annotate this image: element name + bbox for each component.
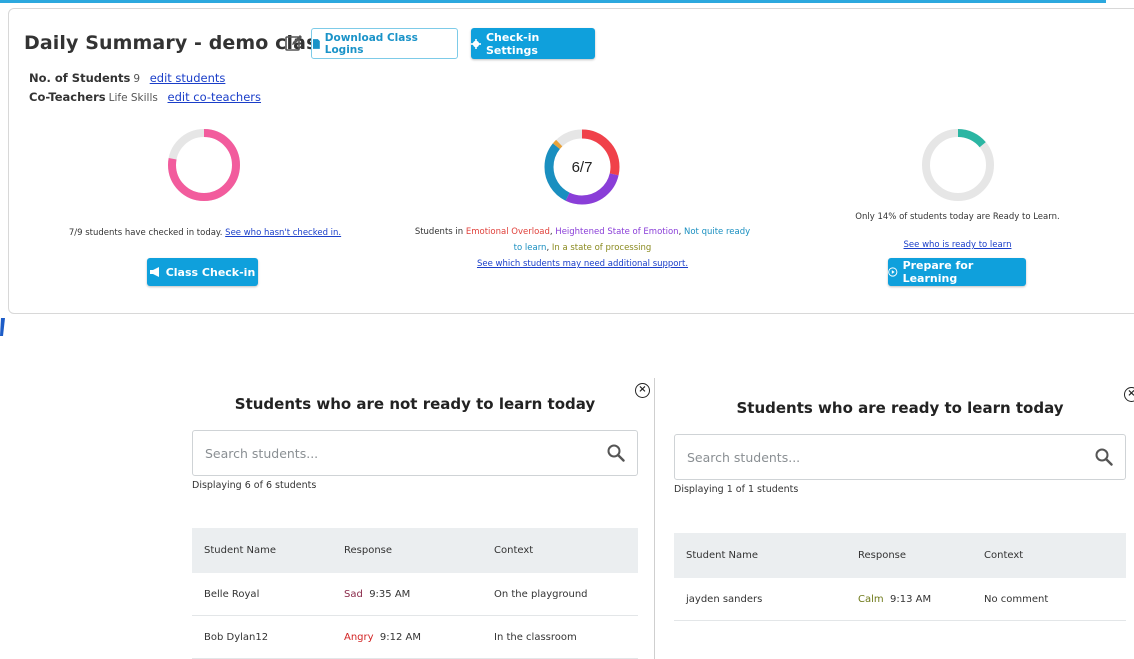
file-icon: [312, 38, 320, 49]
co-teachers-label: Co-Teachers: [29, 90, 106, 104]
check-in-status: 7/9 students have checked in today. See …: [40, 225, 370, 241]
edit-co-teachers-link[interactable]: edit co-teachers: [168, 90, 262, 104]
ready-displaying-count: Displaying 1 of 1 students: [674, 484, 799, 495]
prepare-for-learning-label: Prepare for Learning: [902, 259, 974, 285]
table-header-row: Student Name Response Context: [192, 528, 638, 573]
class-check-in-button[interactable]: Class Check-in: [147, 258, 258, 286]
students-label: No. of Students: [29, 71, 131, 85]
students-count-row: No. of Students 9 edit students: [29, 71, 225, 85]
check-in-settings-label: Check-in Settings: [485, 30, 540, 57]
column-context: Context: [972, 533, 1126, 578]
not-ready-table: Student Name Response Context Belle Roya…: [192, 528, 638, 659]
not-ready-displaying-count: Displaying 6 of 6 students: [192, 480, 317, 491]
panel-divider: [654, 378, 655, 659]
table-row[interactable]: jayden sanders Calm 9:13 AM No comment: [674, 578, 1126, 621]
table-row[interactable]: Belle Royal Sad 9:35 AM On the playgroun…: [192, 573, 638, 616]
emotion-summary: Students in Emotional Overload, Heighten…: [414, 227, 751, 269]
megaphone-icon: [149, 267, 159, 277]
download-label: Download Class Logins: [324, 31, 418, 56]
check-in-settings-button[interactable]: Check-in Settings: [471, 28, 595, 59]
column-context: Context: [482, 528, 638, 573]
response-time: 9:12 AM: [379, 631, 422, 643]
to-learn-label: to learn: [513, 243, 547, 253]
gear-icon: [471, 38, 481, 49]
search-placeholder: Search students...: [687, 449, 801, 465]
state-of-processing-label: In a state of processing: [551, 243, 652, 253]
ready-progress-ring: [922, 129, 994, 201]
play-circle-icon: [888, 267, 898, 277]
response-cell: Sad 9:35 AM: [332, 573, 482, 616]
donut-center-label: 6/7: [572, 159, 593, 176]
table-row[interactable]: Bob Dylan12 Angry 9:12 AM In the classro…: [192, 615, 638, 659]
ready-status-text: Only 14% of students today are Ready to …: [855, 212, 1060, 222]
top-accent-line: [0, 0, 1106, 3]
class-check-in-label: Class Check-in: [165, 265, 256, 279]
emotional-overload-label: Emotional Overload: [465, 227, 550, 237]
table-header-row: Student Name Response Context: [674, 533, 1126, 578]
heightened-state-label: Heightened State of Emotion: [555, 227, 679, 237]
search-icon: [607, 444, 625, 462]
edit-icon[interactable]: [284, 33, 304, 53]
check-in-text: 7/9 students have checked in today.: [68, 228, 223, 238]
partial-heading-mark: [0, 318, 5, 336]
student-name[interactable]: Belle Royal: [192, 573, 332, 616]
ready-table: Student Name Response Context jayden san…: [674, 533, 1126, 621]
prepare-for-learning-button[interactable]: Prepare for Learning: [888, 258, 1026, 286]
context-cell: On the playground: [482, 573, 638, 616]
ready-search-input[interactable]: Search students...: [674, 434, 1126, 480]
response-cell: Angry 9:12 AM: [332, 615, 482, 659]
edit-students-link[interactable]: edit students: [150, 71, 226, 85]
check-in-progress-ring: [168, 129, 240, 201]
context-cell: No comment: [972, 578, 1126, 621]
search-icon: [1095, 448, 1113, 466]
column-response: Response: [332, 528, 482, 573]
see-who-hasnt-checked-in-link[interactable]: See who hasn't checked in.: [225, 228, 341, 238]
response-time: 9:13 AM: [890, 593, 932, 605]
see-additional-support-link[interactable]: See which students may need additional s…: [477, 259, 688, 269]
column-student-name: Student Name: [674, 533, 846, 578]
not-quite-ready-label: Not quite ready: [683, 227, 751, 237]
column-student-name: Student Name: [192, 528, 332, 573]
column-response: Response: [846, 533, 972, 578]
not-ready-panel-title: Students who are not ready to learn toda…: [234, 395, 596, 413]
response-emotion: Calm: [858, 593, 884, 605]
ready-panel-title: Students who are ready to learn today: [736, 399, 1064, 417]
context-cell: In the classroom: [482, 615, 638, 659]
download-class-logins-button[interactable]: Download Class Logins: [311, 28, 458, 59]
see-who-is-ready-link[interactable]: See who is ready to learn: [904, 240, 1012, 250]
student-name[interactable]: Bob Dylan12: [192, 615, 332, 659]
students-count: 9: [133, 73, 141, 85]
emotion-prefix: Students in: [414, 227, 464, 237]
search-placeholder: Search students...: [205, 445, 319, 461]
response-cell: Calm 9:13 AM: [846, 578, 972, 621]
co-teachers-row: Co-Teachers Life Skills edit co-teachers: [29, 90, 261, 104]
co-teachers-value: Life Skills: [108, 92, 158, 104]
response-emotion: Angry: [344, 631, 374, 643]
student-name[interactable]: jayden sanders: [674, 578, 846, 621]
ready-link-wrap: See who is ready to learn: [820, 237, 1095, 253]
response-emotion: Sad: [344, 588, 363, 600]
emotion-donut-chart: 6/7: [544, 129, 620, 205]
not-ready-search-input[interactable]: Search students...: [192, 430, 638, 476]
response-time: 9:35 AM: [369, 588, 411, 600]
